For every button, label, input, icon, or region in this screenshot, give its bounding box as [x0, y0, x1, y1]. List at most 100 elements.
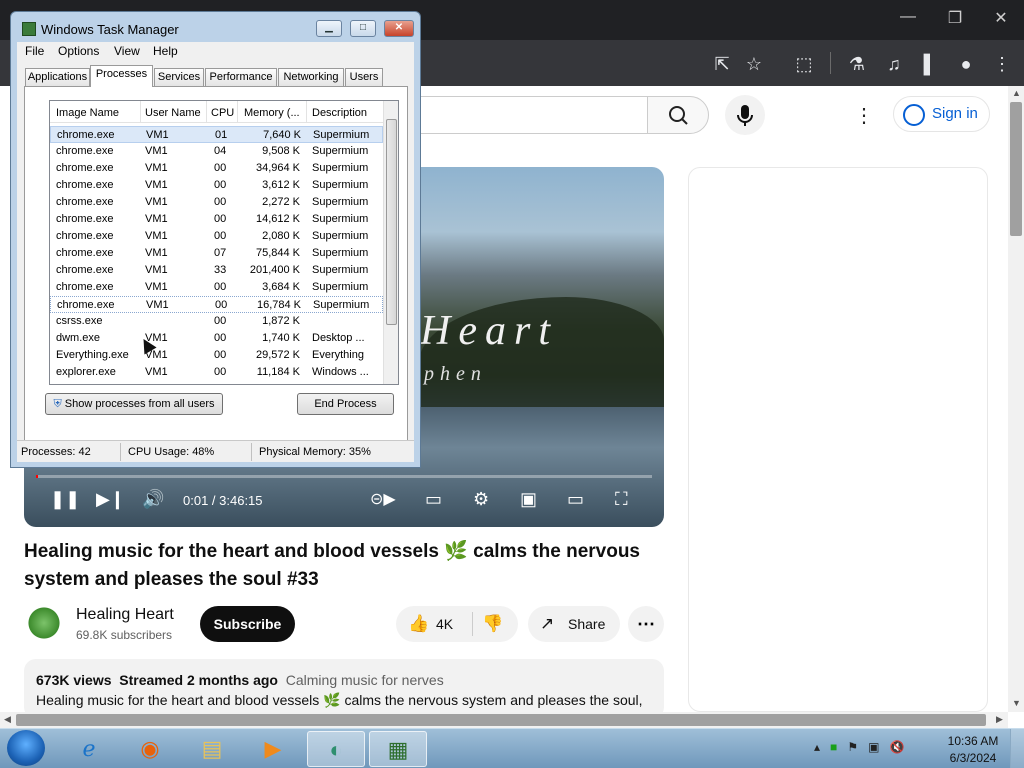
menu-help[interactable]: Help: [153, 44, 178, 58]
more-actions-button[interactable]: ⋯: [628, 606, 664, 642]
scroll-left-arrow-icon[interactable]: ◀: [4, 714, 11, 725]
col-description[interactable]: Description: [312, 107, 367, 119]
process-row[interactable]: csrss.exe 00 1,872 K: [50, 313, 383, 330]
process-row[interactable]: dwm.exe VM1 00 1,740 K Desktop ...: [50, 330, 383, 347]
tray-expand-icon[interactable]: ▴: [814, 740, 820, 754]
description-box[interactable]: 673K views Streamed 2 months ago Calming…: [24, 659, 664, 712]
start-orb[interactable]: [7, 730, 45, 766]
explorer-folder-icon[interactable]: ▤: [183, 731, 241, 767]
process-list[interactable]: Image Name User Name CPU Memory (... Des…: [49, 100, 399, 385]
progress-bar[interactable]: [36, 475, 652, 478]
channel-avatar[interactable]: [26, 605, 62, 641]
tab-networking[interactable]: Networking: [278, 68, 344, 86]
task-manager-icon[interactable]: ▦: [369, 731, 427, 767]
process-row[interactable]: explorer.exe VM1 00 11,184 K Windows ...: [50, 364, 383, 381]
process-row[interactable]: chrome.exe VM1 00 3,612 K Supermium: [50, 177, 383, 194]
menu-icon[interactable]: ⋮: [990, 52, 1014, 76]
labs-icon[interactable]: ⚗: [845, 52, 869, 76]
process-row[interactable]: chrome.exe VM1 00 16,784 K Supermium: [50, 296, 383, 313]
thumbs-up-icon[interactable]: 👍: [408, 614, 429, 634]
media-icon[interactable]: ♫: [882, 52, 906, 76]
miniplayer-icon[interactable]: ▣: [520, 489, 537, 510]
process-row[interactable]: chrome.exe VM1 04 9,508 K Supermium: [50, 143, 383, 160]
col-divider[interactable]: [206, 101, 207, 123]
volume-icon[interactable]: 🔊: [142, 489, 164, 510]
process-row[interactable]: chrome.exe VM1 00 2,272 K Supermium: [50, 194, 383, 211]
theater-mode-icon[interactable]: ▭: [567, 489, 584, 510]
channel-name[interactable]: Healing Heart: [76, 606, 174, 624]
show-all-processes-button[interactable]: ⛨ Show processes from all users: [45, 393, 223, 415]
pause-icon[interactable]: ❚❚: [50, 489, 80, 510]
subtitles-icon[interactable]: ▭: [425, 489, 442, 510]
settings-more-icon[interactable]: ⋮: [850, 102, 878, 130]
sidepanel-icon[interactable]: ▌: [918, 52, 942, 76]
process-memory: 34,964 K: [255, 162, 300, 174]
task-manager-window[interactable]: Windows Task Manager ▁ □ ✕ File Options …: [10, 11, 421, 468]
tray-green-icon[interactable]: ■: [830, 740, 837, 754]
clock-date[interactable]: 6/3/2024: [945, 751, 1001, 765]
process-row[interactable]: chrome.exe VM1 07 75,844 K Supermium: [50, 245, 383, 262]
internet-explorer-icon[interactable]: ℯ: [60, 731, 118, 767]
volume-muted-icon[interactable]: 🔇: [889, 740, 904, 754]
like-count[interactable]: 4K: [436, 616, 453, 632]
horizontal-scroll-thumb[interactable]: [16, 714, 986, 726]
process-row[interactable]: chrome.exe VM1 00 3,684 K Supermium: [50, 279, 383, 296]
clock-time[interactable]: 10:36 AM: [945, 734, 1001, 748]
end-process-button[interactable]: End Process: [297, 393, 394, 415]
scroll-up-arrow-icon[interactable]: ▲: [1012, 88, 1021, 98]
col-cpu[interactable]: CPU: [211, 107, 234, 119]
tab-processes[interactable]: Processes: [90, 65, 153, 87]
next-icon[interactable]: ▶❙: [96, 489, 125, 510]
vertical-scroll-thumb[interactable]: [1010, 102, 1022, 236]
action-center-flag-icon[interactable]: ⚑: [847, 740, 858, 754]
process-row[interactable]: chrome.exe VM1 00 2,080 K Supermium: [50, 228, 383, 245]
process-row[interactable]: chrome.exe VM1 00 34,964 K Supermium: [50, 160, 383, 177]
process-row[interactable]: chrome.exe VM1 33 201,400 K Supermium: [50, 262, 383, 279]
scroll-right-arrow-icon[interactable]: ▶: [996, 714, 1003, 725]
menu-options[interactable]: Options: [58, 44, 99, 58]
browser-minimize-button[interactable]: —: [893, 8, 923, 26]
profile-icon[interactable]: ●: [954, 52, 978, 76]
tab-services[interactable]: Services: [154, 68, 204, 86]
firefox-icon[interactable]: ◉: [121, 731, 179, 767]
show-desktop-button[interactable]: [1010, 729, 1024, 768]
tab-users[interactable]: Users: [345, 68, 383, 86]
fullscreen-icon[interactable]: ⛶: [615, 489, 628, 510]
browser-maximize-button[interactable]: ❐: [940, 8, 970, 28]
voice-search-button[interactable]: [725, 95, 765, 135]
tm-maximize-button[interactable]: □: [350, 20, 376, 37]
browser-close-button[interactable]: ✕: [986, 8, 1016, 28]
install-app-icon[interactable]: ⇱: [710, 52, 734, 76]
search-button[interactable]: [647, 96, 709, 134]
col-divider[interactable]: [140, 101, 141, 123]
supermium-icon[interactable]: ◐: [307, 731, 365, 767]
process-cpu: 00: [215, 299, 228, 311]
process-row[interactable]: Everything.exe VM1 00 29,572 K Everything: [50, 347, 383, 364]
search-input[interactable]: [420, 96, 648, 134]
description-tag[interactable]: Calming music for nerves: [286, 672, 444, 688]
autoplay-toggle-icon[interactable]: ⊝▶: [370, 489, 396, 509]
star-icon[interactable]: ☆: [742, 52, 766, 76]
extensions-icon[interactable]: ⬚: [792, 52, 816, 76]
scroll-down-arrow-icon[interactable]: ▼: [1012, 698, 1021, 708]
thumbs-down-icon[interactable]: 👎: [482, 614, 503, 634]
process-row[interactable]: chrome.exe VM1 00 14,612 K Supermium: [50, 211, 383, 228]
process-row[interactable]: chrome.exe VM1 01 7,640 K Supermium: [50, 126, 383, 143]
menu-view[interactable]: View: [114, 44, 140, 58]
process-list-scroll-thumb[interactable]: [386, 119, 397, 325]
media-player-icon[interactable]: ▶: [244, 731, 302, 767]
tab-applications[interactable]: Applications: [25, 68, 90, 86]
col-user-name[interactable]: User Name: [145, 107, 201, 119]
col-divider[interactable]: [306, 101, 307, 123]
menu-file[interactable]: File: [25, 44, 44, 58]
tm-close-button[interactable]: ✕: [384, 20, 414, 37]
status-memory: Physical Memory: 35%: [259, 446, 371, 458]
col-memory[interactable]: Memory (...: [244, 107, 300, 119]
col-divider[interactable]: [237, 101, 238, 123]
col-image-name[interactable]: Image Name: [56, 107, 119, 119]
tm-minimize-button[interactable]: ▁: [316, 20, 342, 37]
tab-performance[interactable]: Performance: [205, 68, 277, 86]
network-icon[interactable]: ▣: [868, 740, 879, 754]
settings-gear-icon[interactable]: ⚙: [473, 489, 489, 510]
subscribe-button[interactable]: Subscribe: [200, 606, 295, 642]
